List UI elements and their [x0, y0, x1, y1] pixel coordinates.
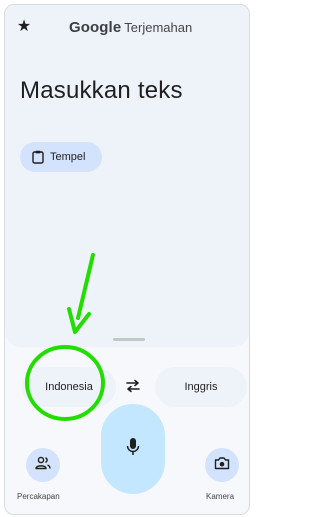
clipboard-icon	[32, 150, 44, 164]
conversation-button[interactable]	[26, 448, 60, 482]
drag-handle[interactable]	[113, 338, 145, 341]
text-input-area[interactable]: ★ Google Terjemahan Masukkan teks Tempel	[5, 5, 249, 347]
camera-label: Kamera	[206, 492, 235, 501]
microphone-button[interactable]	[101, 404, 165, 494]
swap-arrows-icon[interactable]	[123, 376, 143, 396]
camera-button[interactable]	[205, 448, 239, 482]
paste-button[interactable]: Tempel	[20, 142, 102, 172]
target-language-label: Inggris	[184, 381, 218, 393]
conversation-label: Percakapan	[17, 492, 60, 501]
people-icon	[35, 456, 51, 475]
star-icon[interactable]: ★	[15, 18, 33, 36]
source-language-button[interactable]: Indonesia	[22, 367, 116, 407]
product-name: Terjemahan	[124, 20, 193, 35]
app-title: Google Terjemahan	[69, 19, 192, 39]
camera-icon	[214, 456, 230, 475]
microphone-icon	[126, 437, 140, 462]
source-language-label: Indonesia	[45, 381, 93, 393]
target-language-button[interactable]: Inggris	[155, 367, 247, 407]
app-frame: ★ Google Terjemahan Masukkan teks Tempel…	[4, 4, 250, 515]
paste-label: Tempel	[50, 151, 86, 163]
app-header: ★ Google Terjemahan	[5, 5, 249, 49]
text-input-placeholder[interactable]: Masukkan teks	[20, 77, 183, 105]
brand-name: Google	[69, 19, 122, 36]
